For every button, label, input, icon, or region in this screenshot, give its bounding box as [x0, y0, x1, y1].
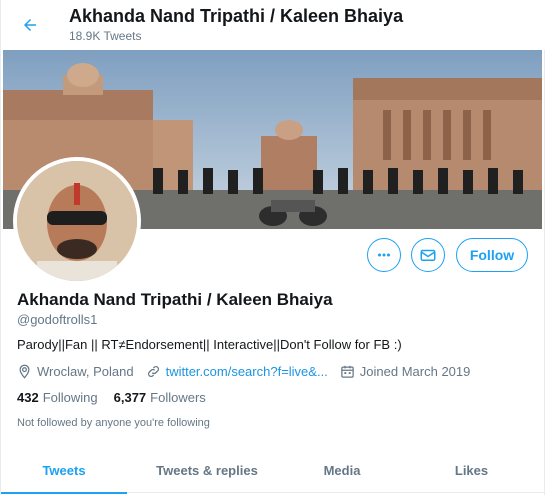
- more-horizontal-icon: [378, 253, 390, 257]
- tab-tweets-replies[interactable]: Tweets & replies: [127, 448, 287, 493]
- followers-label: Followers: [150, 390, 206, 405]
- location-item: Wroclaw, Poland: [17, 364, 134, 379]
- profile-page: Akhanda Nand Tripathi / Kaleen Bhaiya 18…: [0, 0, 545, 495]
- envelope-icon: [420, 249, 436, 261]
- location-text: Wroclaw, Poland: [37, 363, 134, 379]
- message-button[interactable]: [411, 238, 445, 272]
- more-button[interactable]: [367, 238, 401, 272]
- profile-tabs: Tweets Tweets & replies Media Likes: [1, 448, 545, 494]
- joined-text: Joined March 2019: [359, 363, 471, 379]
- header-title: Akhanda Nand Tripathi / Kaleen Bhaiya: [69, 6, 404, 26]
- profile-handle: @godoftrolls1: [17, 312, 98, 327]
- follow-stats: 432 Following 6,377 Followers: [17, 390, 222, 405]
- follow-button[interactable]: Follow: [456, 238, 528, 272]
- followers-count: 6,377: [113, 390, 147, 405]
- link-icon: [147, 365, 159, 377]
- following-stat[interactable]: 432 Following: [17, 390, 98, 405]
- not-followed-notice: Not followed by anyone you're following: [17, 417, 210, 429]
- profile-name: Akhanda Nand Tripathi / Kaleen Bhaiya: [17, 290, 333, 309]
- joined-item: Joined March 2019: [340, 363, 471, 379]
- location-pin-icon: [19, 364, 30, 379]
- tab-likes[interactable]: Likes: [397, 448, 545, 493]
- tweet-count: 18.9K Tweets: [69, 29, 142, 43]
- following-count: 432: [17, 390, 39, 405]
- profile-bio: Parody||Fan || RT≠Endorsement|| Interact…: [17, 337, 402, 352]
- website-item: twitter.com/search?f=live&...: [146, 364, 328, 379]
- avatar-illustration: [17, 161, 137, 281]
- calendar-icon: [341, 365, 354, 378]
- avatar[interactable]: [13, 157, 141, 285]
- profile-meta: Wroclaw, Poland twitter.com/search?f=liv…: [17, 362, 482, 380]
- profile-header: Akhanda Nand Tripathi / Kaleen Bhaiya 18…: [1, 0, 545, 50]
- back-button[interactable]: [15, 10, 45, 40]
- following-label: Following: [42, 390, 98, 405]
- followers-stat[interactable]: 6,377 Followers: [114, 390, 206, 405]
- arrow-left-icon: [24, 19, 36, 31]
- tab-media[interactable]: Media: [287, 448, 397, 493]
- website-link[interactable]: twitter.com/search?f=live&...: [166, 364, 328, 379]
- tab-tweets[interactable]: Tweets: [1, 448, 127, 494]
